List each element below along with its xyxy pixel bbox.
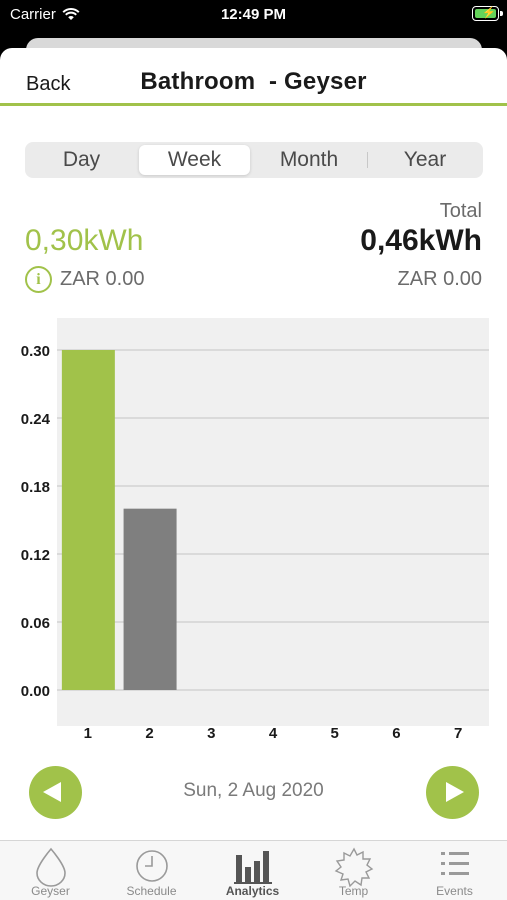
plot-background (57, 318, 489, 726)
status-bar: Carrier 12:49 PM ⚡ (0, 0, 507, 30)
selected-cost-value: ZAR 0.00 (60, 268, 145, 290)
tab-label: Analytics (225, 884, 280, 898)
segment-day[interactable]: Day (28, 145, 135, 175)
clock-icon (134, 847, 170, 888)
selected-cost-row: i ZAR 0.00 (25, 266, 144, 293)
tab-bar: Geyser Schedule Analytics Temp Events (0, 840, 507, 900)
x-tick-label: 4 (269, 725, 278, 742)
tab-label: Temp (338, 884, 369, 898)
segment-year[interactable]: Year (370, 145, 480, 175)
x-tick-label: 6 (392, 725, 400, 742)
list-icon (439, 847, 471, 886)
segment-month[interactable]: Month (254, 145, 364, 175)
bar (61, 350, 115, 690)
total-cost-value: ZAR 0.00 (397, 268, 482, 290)
tab-schedule[interactable]: Schedule (101, 841, 202, 900)
info-icon[interactable]: i (25, 266, 52, 293)
navigation-bar: Back Bathroom - Geyser (0, 48, 507, 106)
x-tick-label: 7 (454, 725, 462, 742)
tab-temp[interactable]: Temp (303, 841, 404, 900)
segment-divider (367, 152, 368, 168)
battery-icon: ⚡ (472, 6, 503, 21)
y-tick-label: 0.18 (21, 479, 50, 496)
tab-label: Geyser (31, 884, 70, 898)
tab-analytics[interactable]: Analytics (202, 841, 303, 900)
tab-label: Events (436, 884, 473, 898)
selected-kwh-value: 0,30kWh (25, 224, 144, 257)
next-week-button[interactable] (426, 766, 479, 819)
y-tick-label: 0.00 (21, 683, 50, 700)
y-tick-label: 0.06 (21, 615, 50, 632)
tab-events[interactable]: Events (404, 841, 505, 900)
arrow-right-icon (446, 782, 464, 802)
x-tick-label: 5 (331, 725, 339, 742)
segment-week[interactable]: Week (139, 145, 250, 175)
y-tick-label: 0.24 (21, 411, 51, 428)
tab-label: Schedule (126, 884, 177, 898)
chart-svg: 0.00 0.06 0.12 0.18 0.24 0.30 1 2 3 4 5 6 7 (21, 318, 489, 742)
modal-sheet: Back Bathroom - Geyser Day Week Month Ye… (0, 48, 507, 900)
x-tick-label: 3 (207, 725, 215, 742)
tab-geyser[interactable]: Geyser (0, 841, 101, 900)
y-tick-label: 0.12 (21, 547, 50, 564)
x-tick-label: 1 (84, 725, 92, 742)
total-kwh-value: 0,46kWh (360, 224, 482, 257)
usage-bar-chart: 0.00 0.06 0.12 0.18 0.24 0.30 1 2 3 4 5 6 7 (0, 310, 507, 750)
period-segmented-control: Day Week Month Year (25, 142, 483, 178)
clock: 12:49 PM (220, 6, 287, 23)
x-tick-label: 2 (145, 725, 153, 742)
total-label: Total (439, 200, 482, 222)
page-title: Bathroom - Geyser (140, 68, 367, 95)
bar (123, 508, 177, 690)
y-tick-label: 0.30 (21, 343, 50, 360)
